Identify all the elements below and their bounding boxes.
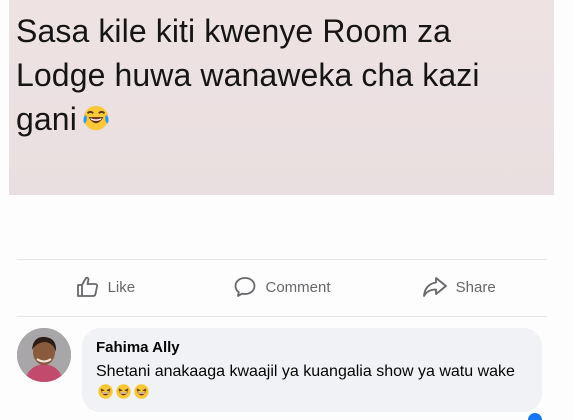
laughing-emoji-icon (116, 384, 131, 399)
facebook-post: Sasa kile kiti kwenye Room za Lodge huwa… (0, 0, 573, 420)
comment-label: Comment (265, 278, 331, 296)
comment-text-content: Shetani anakaaga kwaajil ya kuangalia sh… (96, 363, 515, 380)
comment-button[interactable]: Comment (194, 262, 371, 312)
post-actions: Like Comment Share (17, 262, 547, 312)
comment-bubble[interactable]: Fahima Ally Shetani anakaaga kwaajil ya … (82, 328, 542, 412)
face-with-tears-of-joy-icon (83, 105, 109, 131)
laughing-emoji-icon (134, 384, 149, 399)
laughing-emoji-icon (98, 384, 113, 399)
reaction-badge (528, 413, 542, 420)
divider (17, 259, 547, 260)
like-button[interactable]: Like (17, 262, 194, 312)
post-text: Sasa kile kiti kwenye Room za Lodge huwa… (16, 9, 542, 141)
avatar[interactable] (17, 328, 71, 382)
comment-icon (235, 277, 256, 297)
post-image[interactable]: Sasa kile kiti kwenye Room za Lodge huwa… (9, 0, 554, 195)
comment-author[interactable]: Fahima Ally (96, 338, 528, 358)
comment-text: Shetani anakaaga kwaajil ya kuangalia sh… (96, 361, 528, 403)
like-label: Like (107, 278, 136, 296)
profile-photo (17, 328, 71, 382)
share-button[interactable]: Share (370, 262, 547, 312)
thumbs-up-icon (76, 276, 98, 297)
share-label: Share (455, 278, 496, 296)
emoji-group (96, 384, 150, 401)
share-icon (422, 277, 447, 297)
divider (17, 316, 547, 317)
